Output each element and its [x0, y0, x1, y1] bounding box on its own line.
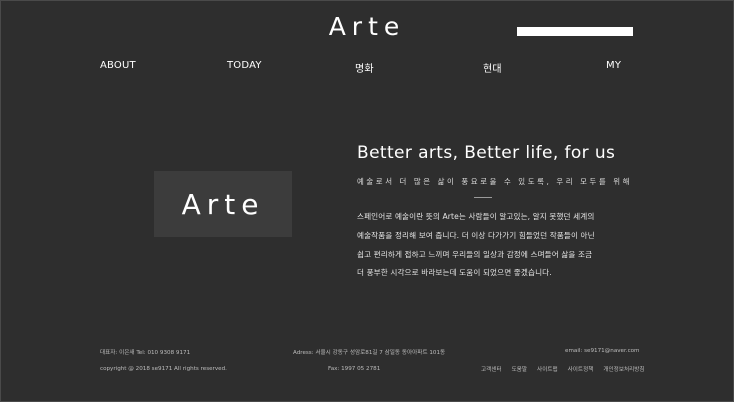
hero-headline: Better arts, Better life, for us: [357, 143, 616, 163]
footer-link-site-policy[interactable]: 사이트정책: [568, 365, 594, 373]
nav-item-today[interactable]: TODAY: [227, 60, 262, 71]
footer-contact: 대표자: 이은새 Tel: 010 9308 9171: [100, 350, 191, 356]
nav-item-modern-art[interactable]: 현대: [483, 60, 502, 75]
footer-link-sitemap[interactable]: 사이트맵: [537, 365, 558, 373]
search-input[interactable]: [517, 27, 633, 36]
hero-subline: 예술로서 더 많은 삶이 풍요로울 수 있도록, 우리 모두를 위해: [357, 177, 633, 186]
footer-link-customer-center[interactable]: 고객센터: [481, 365, 502, 373]
footer-fax: Fax: 1997 05 2781: [328, 366, 381, 372]
hero-description-line: 더 풍부한 시각으로 바라보는데 도움이 되었으면 좋겠습니다.: [357, 268, 552, 277]
footer-copyright: copyright @ 2018 se9171 All rights reser…: [100, 366, 227, 372]
hero-divider: [474, 197, 492, 198]
footer-link-help[interactable]: 도움말: [512, 365, 527, 373]
hero-description-line: 스페인어로 예술이란 뜻의 Arte는 사람들이 알고있는, 알지 못했던 세계…: [357, 212, 595, 221]
brand-logo-box: Arte: [154, 171, 292, 237]
hero-description-line: 예술작품을 정리해 보여 줍니다. 더 이상 다가가기 힘들었던 작품들이 아닌: [357, 231, 595, 240]
nav-item-classic-art[interactable]: 명화: [355, 60, 374, 75]
nav-item-about[interactable]: ABOUT: [100, 60, 136, 71]
nav-item-my[interactable]: MY: [606, 60, 621, 71]
footer-address: Adress: 서울시 강동구 성암로81길 7 삼일동 동아아파트 101동: [293, 350, 446, 356]
footer-email: email: se9171@naver.com: [565, 348, 640, 354]
footer-link-privacy-policy[interactable]: 개인정보처리방침: [603, 365, 644, 373]
hero-description-line: 쉽고 편리하게 접하고 느끼며 우리들의 일상과 감정에 스며들어 삶을 조금: [357, 250, 593, 259]
footer-links: 고객센터 도움말 사이트맵 사이트정책 개인정보처리방침: [481, 365, 645, 373]
